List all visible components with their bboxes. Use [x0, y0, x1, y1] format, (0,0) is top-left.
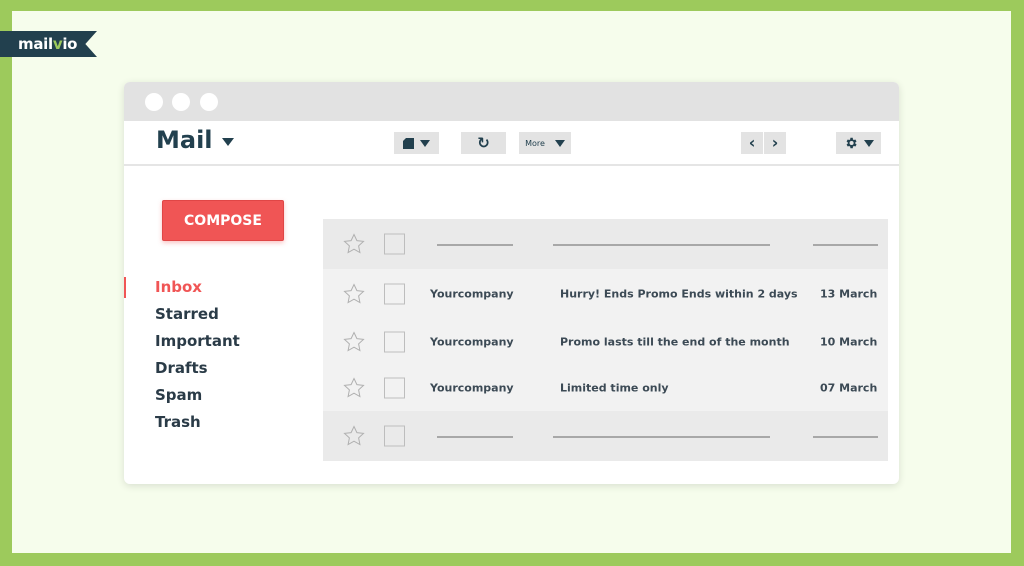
refresh-button[interactable]: ↻	[461, 132, 506, 154]
star-icon[interactable]	[342, 282, 366, 306]
window-control-dot[interactable]	[172, 93, 190, 111]
email-sender: Yourcompany	[430, 381, 514, 395]
chevron-left-icon: ‹	[748, 133, 756, 152]
chevron-down-icon	[221, 138, 234, 146]
email-list: Yourcompany Hurry! Ends Promo Ends withi…	[323, 219, 888, 461]
mailvio-logo: mailvio	[0, 31, 97, 57]
folder-icon	[403, 137, 414, 149]
refresh-icon: ↻	[477, 134, 490, 152]
email-date: 13 March	[820, 287, 878, 301]
mail-window: Mail ↻ More ‹ › COMPOSE Inbox Starred Im…	[124, 82, 899, 484]
star-icon[interactable]	[342, 376, 366, 400]
star-icon[interactable]	[342, 232, 366, 256]
email-row[interactable]: Yourcompany Promo lasts till the end of …	[323, 319, 888, 365]
star-icon[interactable]	[342, 424, 366, 448]
email-date: 10 March	[820, 335, 878, 349]
settings-button[interactable]	[836, 132, 881, 154]
email-row[interactable]: Yourcompany Hurry! Ends Promo Ends withi…	[323, 269, 888, 319]
sidebar-nav: Inbox Starred Important Drafts Spam Tras…	[124, 274, 240, 436]
logo-check: v	[52, 35, 63, 53]
sidebar-item-important[interactable]: Important	[124, 328, 240, 355]
sidebar-item-inbox[interactable]: Inbox	[124, 274, 240, 301]
gear-icon	[846, 137, 857, 149]
placeholder-line	[553, 244, 770, 246]
select-checkbox[interactable]	[384, 425, 405, 447]
select-checkbox[interactable]	[384, 331, 405, 353]
compose-button[interactable]: COMPOSE	[162, 200, 284, 241]
placeholder-line	[437, 244, 513, 246]
sidebar-item-spam[interactable]: Spam	[124, 382, 240, 409]
logo-text-end: io	[62, 35, 78, 53]
email-sender: Yourcompany	[430, 335, 514, 349]
star-icon[interactable]	[342, 330, 366, 354]
chevron-down-icon	[554, 139, 565, 147]
select-checkbox[interactable]	[384, 377, 405, 399]
email-subject: Promo lasts till the end of the month	[560, 335, 790, 349]
mail-menu[interactable]: Mail	[156, 126, 234, 154]
placeholder-line	[813, 436, 878, 438]
toolbar: Mail ↻ More ‹ ›	[124, 121, 899, 166]
email-subject: Limited time only	[560, 381, 669, 395]
chevron-down-icon	[420, 139, 430, 147]
placeholder-line	[813, 244, 878, 246]
sidebar-item-trash[interactable]: Trash	[124, 409, 240, 436]
more-button[interactable]: More	[519, 132, 571, 154]
email-date: 07 March	[820, 381, 878, 395]
next-page-button[interactable]: ›	[764, 132, 786, 154]
placeholder-row[interactable]	[323, 219, 888, 269]
placeholder-row[interactable]	[323, 411, 888, 461]
title-bar	[124, 82, 899, 121]
sidebar-item-drafts[interactable]: Drafts	[124, 355, 240, 382]
window-control-dot[interactable]	[145, 93, 163, 111]
app-title: Mail	[156, 126, 213, 154]
placeholder-line	[437, 436, 513, 438]
email-sender: Yourcompany	[430, 287, 514, 301]
chevron-down-icon	[863, 139, 874, 147]
window-control-dot[interactable]	[200, 93, 218, 111]
select-checkbox[interactable]	[384, 233, 405, 255]
sidebar-item-starred[interactable]: Starred	[124, 301, 240, 328]
prev-page-button[interactable]: ‹	[741, 132, 763, 154]
logo-text: mail	[18, 35, 53, 53]
email-row[interactable]: Yourcompany Limited time only 07 March	[323, 365, 888, 411]
folder-button[interactable]	[394, 132, 439, 154]
placeholder-line	[553, 436, 770, 438]
email-subject: Hurry! Ends Promo Ends within 2 days	[560, 287, 798, 301]
select-checkbox[interactable]	[384, 283, 405, 305]
more-label: More	[525, 138, 545, 148]
chevron-right-icon: ›	[771, 133, 779, 152]
